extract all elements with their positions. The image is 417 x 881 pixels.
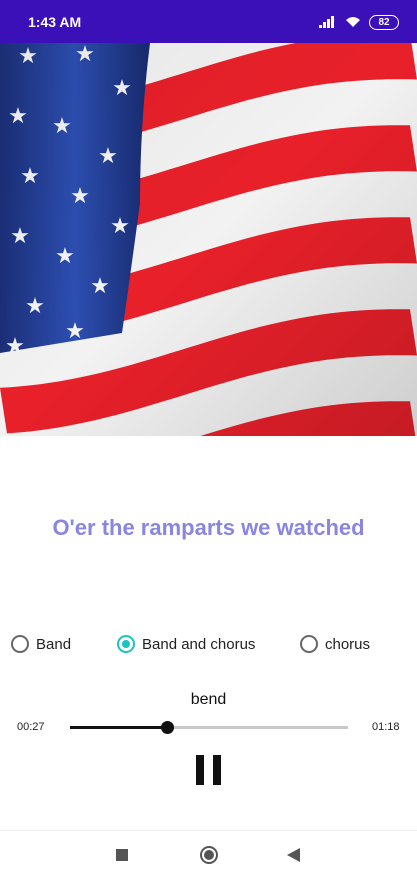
wifi-icon [346,17,360,27]
lyric-text: O'er the ramparts we watched [52,515,365,540]
status-time: 1:43 AM [28,14,82,30]
pause-icon-bar [213,755,221,785]
mode-radio-group: Band Band and chorus chorus [0,633,417,659]
svg-text:x: x [332,17,335,23]
battery-icon: 82 [369,14,399,30]
status-icons: x 82 [319,13,399,31]
radio-circle[interactable] [11,635,29,653]
system-nav-bar [0,830,417,881]
back-icon[interactable] [287,848,300,862]
total-duration: 01:18 [372,721,400,733]
radio-label-band: Band [36,635,72,653]
seek-progress [70,726,168,729]
status-bar: 1:43 AM x 82 [0,0,417,43]
seek-bar[interactable] [70,721,348,734]
seek-thumb[interactable] [161,721,175,734]
elapsed-time: 00:27 [17,721,45,733]
track-title: bend [190,691,227,708]
american-flag-image: ★★★★★★★★★★★★★★★ [0,43,417,436]
radio-band-and-chorus[interactable]: Band and chorus [117,635,255,653]
radio-label-band-and-chorus: Band and chorus [142,635,256,653]
radio-circle[interactable] [300,635,318,653]
home-icon[interactable] [200,846,218,864]
signal-icon: x [319,16,335,28]
flag-drawing: ★★★★★★★★★★★★★★★ [0,43,417,436]
pause-icon [196,755,204,785]
radio-chorus[interactable]: chorus [300,635,370,653]
recents-icon[interactable] [116,849,128,861]
radio-band[interactable]: Band [11,635,71,653]
radio-label-chorus: chorus [325,635,371,653]
radio-circle-selected[interactable] [117,635,135,653]
pause-button[interactable] [196,755,222,785]
